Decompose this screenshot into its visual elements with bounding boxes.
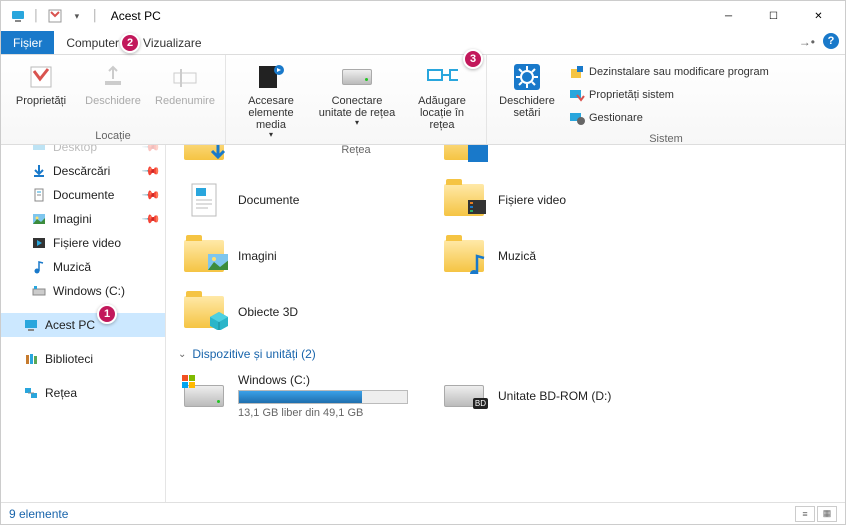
- add-network-location-button[interactable]: Adăugare locație în rețea: [404, 59, 480, 133]
- sep-icon: │: [92, 10, 99, 22]
- uninstall-icon: [569, 64, 585, 80]
- annotation-badge-1: 1: [97, 304, 117, 324]
- sidebar-item-pictures[interactable]: Imagini📌: [1, 207, 165, 231]
- connect-drive-button[interactable]: Conectare unitate de rețea ▾: [314, 59, 400, 130]
- annotation-badge-2: 2: [120, 33, 140, 53]
- this-pc-icon: [9, 7, 27, 25]
- rename-button: Redenumire: [151, 59, 219, 109]
- navigation-sidebar[interactable]: Desktop📌 Descărcări📌 Documente📌 Imagini📌…: [1, 145, 166, 502]
- title-bar: │ ▾ │ Acest PC ─ ☐ ✕: [1, 1, 845, 31]
- folder-3d-objects[interactable]: Obiecte 3D: [178, 287, 428, 337]
- system-properties-icon: [569, 87, 585, 103]
- help-icon[interactable]: ?: [823, 33, 839, 49]
- ribbon-group-system: Deschidere setări Dezinstalare sau modif…: [487, 55, 845, 144]
- manage-icon: [569, 110, 585, 126]
- drive-usage-bar: [238, 390, 408, 404]
- folder-pictures[interactable]: Imagini: [178, 231, 428, 281]
- content-area: Desktop📌 Descărcări📌 Documente📌 Imagini📌…: [1, 145, 845, 502]
- tab-view[interactable]: Vizualizare: [131, 31, 213, 54]
- folder-downloads[interactable]: [178, 145, 428, 169]
- sidebar-item-documents[interactable]: Documente📌: [1, 183, 165, 207]
- music-icon: [31, 259, 47, 275]
- window-controls: ─ ☐ ✕: [706, 2, 841, 30]
- access-media-button[interactable]: Accesare elemente media ▾: [232, 59, 310, 142]
- minimize-button[interactable]: ─: [706, 2, 751, 30]
- tab-file[interactable]: Fișier: [1, 31, 54, 54]
- drive-icon: [31, 283, 47, 299]
- folder-documents[interactable]: Documente: [178, 175, 428, 225]
- ribbon: Proprietăți Deschidere Redenumire Locați…: [1, 55, 845, 145]
- properties-button[interactable]: Proprietăți: [7, 59, 75, 109]
- close-button[interactable]: ✕: [796, 2, 841, 30]
- pictures-icon: [31, 211, 47, 227]
- drive-c[interactable]: Windows (C:) 13,1 GB liber din 49,1 GB: [178, 369, 428, 423]
- open-settings-button[interactable]: Deschidere setări: [493, 59, 561, 121]
- sidebar-item-downloads[interactable]: Descărcări📌: [1, 159, 165, 183]
- annotation-badge-3: 3: [463, 49, 483, 69]
- view-details-button[interactable]: ≡: [795, 506, 815, 522]
- open-button: Deschidere: [79, 59, 147, 109]
- quick-access-toolbar: │ ▾ │: [5, 7, 101, 25]
- network-icon: [23, 385, 39, 401]
- downloads-icon: [31, 163, 47, 179]
- videos-icon: [31, 235, 47, 251]
- system-properties-button[interactable]: Proprietăți sistem: [569, 84, 769, 106]
- ribbon-group-location: Proprietăți Deschidere Redenumire Locați…: [1, 55, 226, 144]
- status-text: 9 elemente: [9, 507, 68, 521]
- ribbon-group-network: Accesare elemente media ▾ Conectare unit…: [226, 55, 487, 144]
- drive-d[interactable]: BD Unitate BD-ROM (D:): [438, 369, 688, 423]
- dropdown-qat-icon[interactable]: ▾: [68, 7, 86, 25]
- minimize-ribbon-icon[interactable]: →•: [799, 35, 815, 49]
- view-icons-button[interactable]: ▦: [817, 506, 837, 522]
- properties-qat-icon[interactable]: [46, 7, 64, 25]
- sep-icon: │: [33, 10, 40, 22]
- sidebar-item-videos[interactable]: Fișiere video: [1, 231, 165, 255]
- documents-icon: [31, 187, 47, 203]
- uninstall-button[interactable]: Dezinstalare sau modificare program: [569, 61, 769, 83]
- folder-desktop[interactable]: [438, 145, 688, 169]
- sidebar-item-desktop[interactable]: Desktop📌: [1, 145, 165, 159]
- main-pane[interactable]: Documente Fișiere video Imagini Muzică O…: [166, 145, 845, 502]
- window-title: Acest PC: [111, 9, 161, 23]
- maximize-button[interactable]: ☐: [751, 2, 796, 30]
- folder-videos[interactable]: Fișiere video: [438, 175, 688, 225]
- chevron-down-icon: ⌄: [178, 349, 186, 360]
- desktop-icon: [31, 145, 47, 155]
- this-pc-icon: [23, 317, 39, 333]
- sidebar-item-libraries[interactable]: Biblioteci: [1, 347, 165, 371]
- manage-button[interactable]: Gestionare: [569, 107, 769, 129]
- devices-group-header[interactable]: ⌄ Dispozitive și unități (2): [178, 347, 833, 361]
- folder-music[interactable]: Muzică: [438, 231, 688, 281]
- status-bar: 9 elemente ≡ ▦: [1, 502, 845, 524]
- sidebar-item-network[interactable]: Rețea: [1, 381, 165, 405]
- libraries-icon: [23, 351, 39, 367]
- sidebar-item-music[interactable]: Muzică: [1, 255, 165, 279]
- sidebar-item-this-pc[interactable]: Acest PC: [1, 313, 165, 337]
- sidebar-item-c-drive[interactable]: Windows (C:): [1, 279, 165, 303]
